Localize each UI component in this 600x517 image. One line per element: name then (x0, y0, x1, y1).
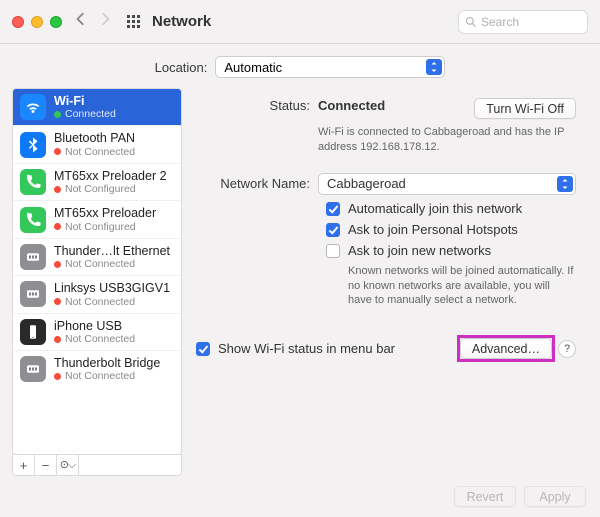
sidebar-column: Wi-FiConnectedBluetooth PANNot Connected… (12, 88, 182, 476)
detail-pane: Status: Connected Turn Wi-Fi Off Wi-Fi i… (192, 88, 588, 476)
sidebar-item-linksys-usb3gigv1[interactable]: Linksys USB3GIGV1Not Connected (13, 276, 181, 313)
location-value: Automatic (224, 60, 282, 75)
interface-name: MT65xx Preloader 2 (54, 169, 167, 183)
interface-name: Linksys USB3GIGV1 (54, 281, 170, 295)
forward-button[interactable] (98, 12, 112, 31)
sidebar-item-mt65xx-preloader-2[interactable]: MT65xx Preloader 2Not Configured (13, 164, 181, 201)
sidebar-item-mt65xx-preloader[interactable]: MT65xx PreloaderNot Configured (13, 201, 181, 238)
status-description: Wi-Fi is connected to Cabbageroad and ha… (318, 125, 576, 155)
ask-hotspots-label: Ask to join Personal Hotspots (348, 222, 518, 237)
help-button[interactable]: ? (558, 340, 576, 358)
ask-new-networks-label: Ask to join new networks (348, 243, 491, 258)
location-label: Location: (155, 60, 208, 75)
titlebar: Network Search (0, 0, 600, 44)
sidebar-item-iphone-usb[interactable]: iPhone USBNot Connected (13, 314, 181, 351)
status-value: Connected (318, 98, 385, 113)
phone-icon (20, 169, 46, 195)
turn-wifi-off-button[interactable]: Turn Wi-Fi Off (474, 98, 576, 119)
phone-icon (20, 207, 46, 233)
ask-new-networks-checkbox[interactable] (326, 244, 340, 258)
revert-button[interactable]: Revert (454, 486, 516, 507)
interface-name: Thunder…lt Ethernet (54, 244, 170, 258)
sidebar-item-thunderbolt-bridge[interactable]: Thunderbolt BridgeNot Connected (13, 351, 181, 387)
status-dot-icon (54, 186, 61, 193)
status-dot-icon (54, 298, 61, 305)
status-dot-icon (54, 336, 61, 343)
network-preferences-window: Network Search Location: Automatic Wi-Fi… (0, 0, 600, 517)
page-title: Network (152, 13, 211, 30)
ask-new-networks-hint: Known networks will be joined automatica… (348, 264, 576, 309)
search-placeholder: Search (481, 15, 519, 29)
interface-name: Wi-Fi (54, 94, 116, 108)
advanced-button[interactable]: Advanced… (460, 338, 552, 359)
chevrons-updown-icon (426, 59, 442, 75)
auto-join-label: Automatically join this network (348, 201, 522, 216)
interface-status: Connected (54, 108, 116, 120)
network-name-label: Network Name: (196, 176, 318, 191)
interface-name: iPhone USB (54, 319, 135, 333)
remove-interface-button[interactable]: − (35, 455, 57, 475)
nav-arrows (74, 12, 112, 31)
show-menubar-checkbox[interactable] (196, 342, 210, 356)
interface-status: Not Configured (54, 183, 167, 195)
interface-status: Not Connected (54, 258, 170, 270)
minimize-window-button[interactable] (31, 16, 43, 28)
status-dot-icon (54, 111, 61, 118)
apply-button[interactable]: Apply (524, 486, 586, 507)
interface-status: Not Configured (54, 221, 156, 233)
sidebar-item-thunder-lt-ethernet[interactable]: Thunder…lt EthernetNot Connected (13, 239, 181, 276)
interface-name: Bluetooth PAN (54, 131, 135, 145)
search-field[interactable]: Search (458, 10, 588, 34)
bluetooth-icon (20, 132, 46, 158)
ethernet-icon (20, 356, 46, 382)
iphone-icon (20, 319, 46, 345)
close-window-button[interactable] (12, 16, 24, 28)
advanced-button-highlight: Advanced… (460, 338, 552, 359)
zoom-window-button[interactable] (50, 16, 62, 28)
interface-actions-button[interactable]: ⊙⌵ (57, 455, 79, 475)
interface-status: Not Connected (54, 370, 160, 382)
status-dot-icon (54, 148, 61, 155)
footer-buttons: Revert Apply (0, 476, 600, 517)
interface-name: Thunderbolt Bridge (54, 356, 160, 370)
chevrons-updown-icon (557, 176, 573, 192)
interface-list-footer: + − ⊙⌵ (12, 454, 182, 476)
ethernet-icon (20, 244, 46, 270)
network-name-select[interactable]: Cabbageroad (318, 173, 576, 195)
network-name-value: Cabbageroad (327, 176, 406, 191)
sidebar-item-wi-fi[interactable]: Wi-FiConnected (13, 89, 181, 126)
back-button[interactable] (74, 12, 88, 31)
interface-list: Wi-FiConnectedBluetooth PANNot Connected… (12, 88, 182, 455)
wifi-icon (20, 94, 46, 120)
search-icon (465, 16, 477, 28)
sidebar-item-bluetooth-pan[interactable]: Bluetooth PANNot Connected (13, 126, 181, 163)
status-dot-icon (54, 261, 61, 268)
auto-join-checkbox[interactable] (326, 202, 340, 216)
location-row: Location: Automatic (0, 44, 600, 88)
ask-hotspots-checkbox[interactable] (326, 223, 340, 237)
interface-name: MT65xx Preloader (54, 206, 156, 220)
add-interface-button[interactable]: + (13, 455, 35, 475)
interface-status: Not Connected (54, 146, 135, 158)
show-menubar-label: Show Wi-Fi status in menu bar (218, 341, 395, 356)
interface-status: Not Connected (54, 296, 170, 308)
location-select[interactable]: Automatic (215, 56, 445, 78)
status-dot-icon (54, 223, 61, 230)
ethernet-icon (20, 281, 46, 307)
window-controls (12, 16, 62, 28)
status-dot-icon (54, 373, 61, 380)
interface-status: Not Connected (54, 333, 135, 345)
show-all-preferences-button[interactable] (126, 14, 142, 30)
main-split: Wi-FiConnectedBluetooth PANNot Connected… (0, 88, 600, 476)
status-label: Status: (196, 98, 318, 119)
